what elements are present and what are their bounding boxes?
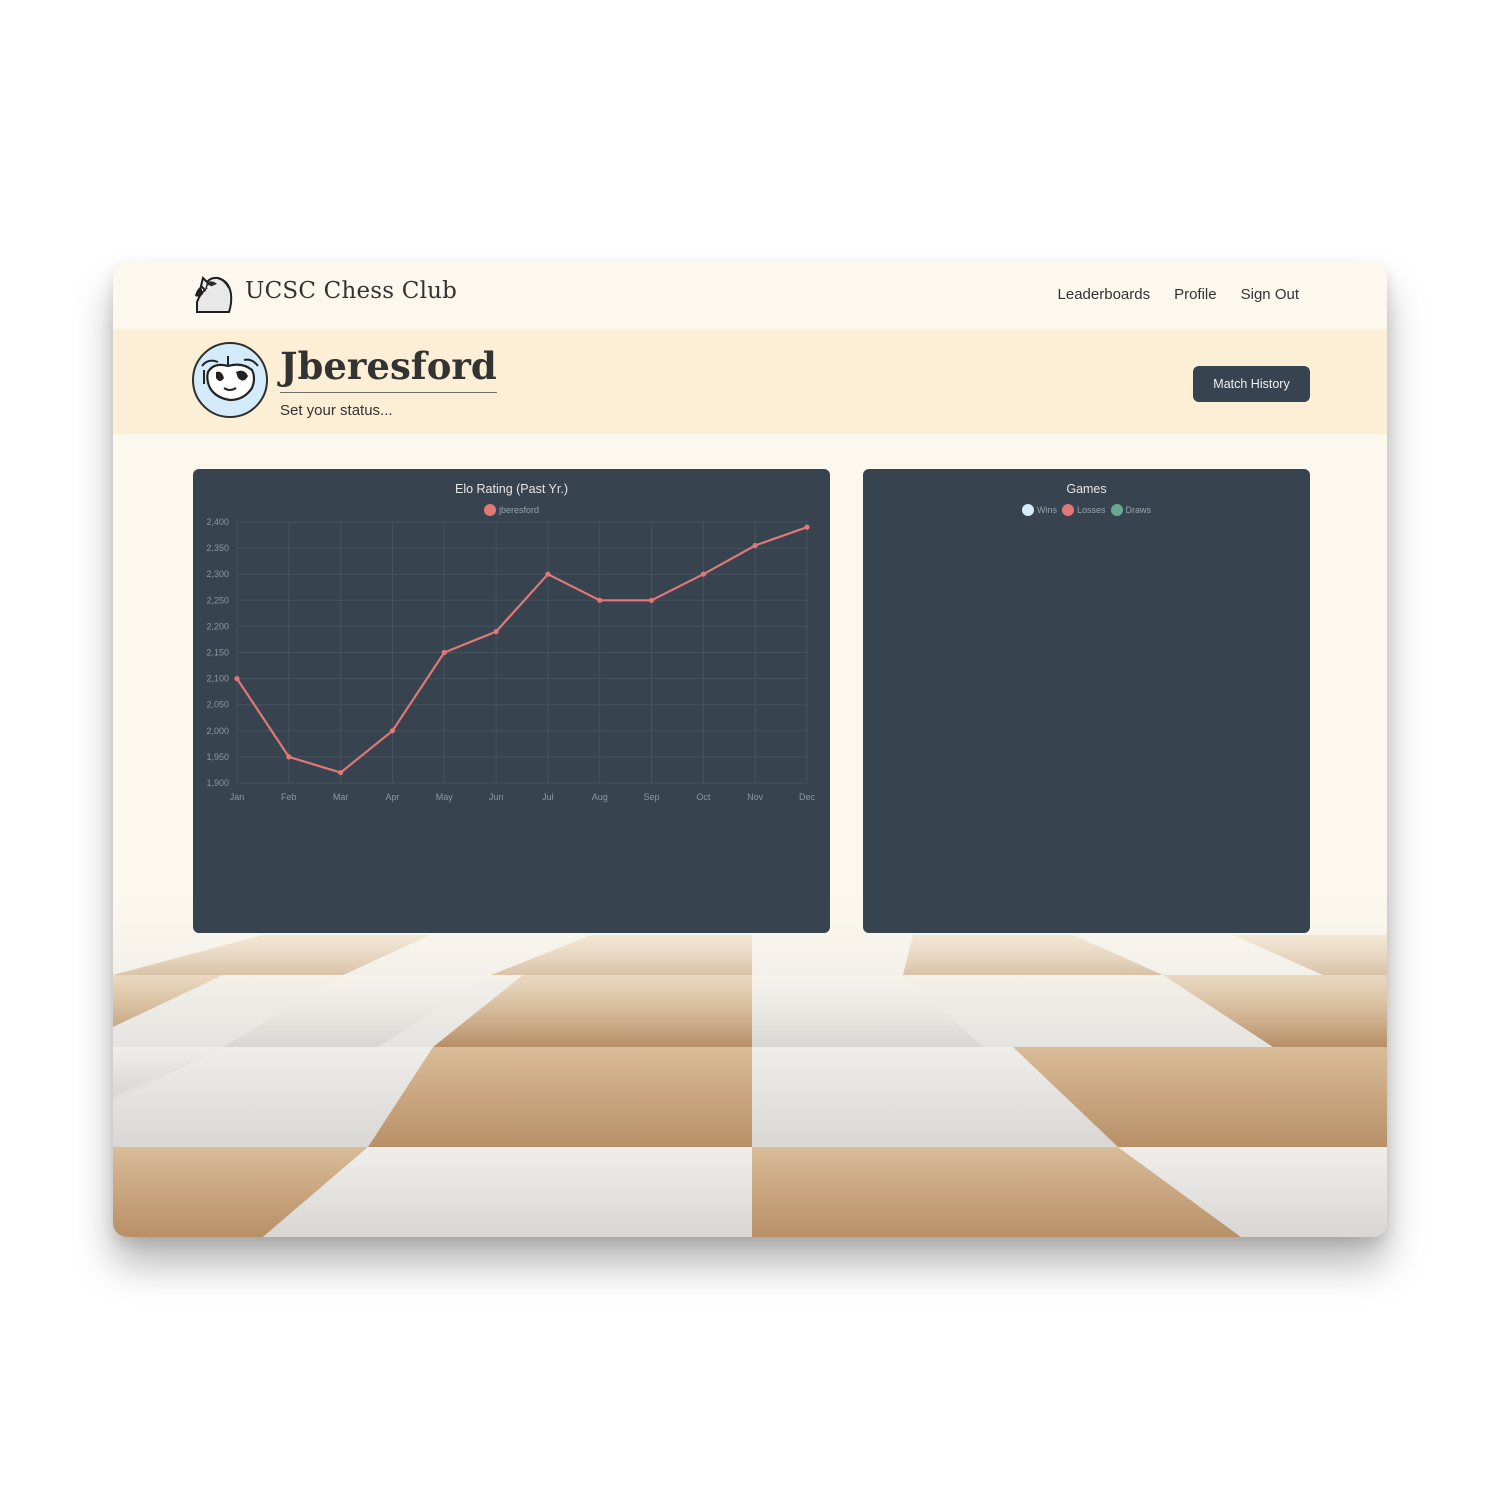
profile-header: Jberesford Set your status... Match Hist…: [113, 329, 1387, 434]
avatar[interactable]: [192, 342, 268, 418]
x-tick-label: May: [436, 792, 454, 802]
y-tick-label: 1,900: [206, 778, 229, 788]
y-tick-label: 2,400: [206, 517, 229, 527]
main-nav: Leaderboards Profile Sign Out: [1058, 286, 1299, 303]
elo-line-chart: 2,400 2,350 2,300 2,250 2,200 2,150 2,100 2,050…: [206, 517, 816, 802]
y-tick-label: 2,050: [206, 700, 229, 710]
y-tick-label: 2,350: [206, 543, 229, 553]
y-tick-label: 2,200: [206, 621, 229, 631]
legend-item-wins[interactable]: Wins: [1021, 504, 1057, 516]
legend-swatch-wins: [1021, 504, 1034, 516]
y-tick-label: 2,150: [206, 648, 229, 658]
y-tick-label: 2,250: [206, 595, 229, 605]
games-chart-panel: Games Wins Losses Draws: [863, 469, 1310, 933]
top-navbar: UCSC Chess Club Leaderboards Profile Sig…: [113, 262, 1387, 329]
games-chart-legend: Wins Losses Draws: [863, 504, 1310, 516]
legend-swatch-losses: [1061, 504, 1074, 516]
elo-chart-panel: Elo Rating (Past Yr.) jberesford 2,400 2,…: [193, 469, 830, 933]
legend-swatch-draws: [1110, 504, 1123, 516]
legend-label-wins: Wins: [1036, 505, 1057, 515]
profile-username: Jberesford: [280, 344, 497, 393]
y-tick-label: 1,950: [206, 752, 229, 762]
data-point: [389, 728, 396, 734]
x-tick-label: Feb: [281, 792, 297, 802]
series-line-jberesford: [236, 526, 808, 774]
x-tick-label: Mar: [333, 792, 349, 802]
y-tick-label: 2,300: [206, 569, 229, 579]
x-tick-label: Nov: [747, 792, 764, 802]
games-chart-title: Games: [1066, 482, 1107, 496]
data-point: [441, 649, 447, 656]
legend-label-losses: Losses: [1076, 505, 1106, 515]
data-point: [493, 629, 499, 635]
x-tick-label: Jun: [489, 792, 504, 802]
y-tick-label: 2,000: [206, 726, 229, 736]
y-tick-label: 2,100: [206, 674, 229, 684]
legend-label-draws: Draws: [1125, 505, 1152, 515]
nav-sign-out-link[interactable]: Sign Out: [1241, 286, 1299, 303]
x-tick-label: Dec: [799, 792, 816, 802]
x-tick-label: Jul: [542, 792, 554, 802]
app-window: UCSC Chess Club Leaderboards Profile Sig…: [113, 262, 1387, 1237]
data-point: [234, 676, 240, 682]
match-history-button[interactable]: Match History: [1193, 366, 1310, 402]
data-point: [286, 754, 292, 760]
data-point: [338, 769, 344, 776]
data-point: [752, 542, 758, 549]
nav-leaderboards-link[interactable]: Leaderboards: [1058, 286, 1151, 303]
brand-title[interactable]: UCSC Chess Club: [245, 278, 457, 304]
status-input[interactable]: Set your status...: [280, 402, 393, 419]
x-tick-label: Apr: [385, 792, 399, 802]
knight-logo-icon[interactable]: [191, 272, 235, 314]
x-tick-label: Oct: [696, 792, 711, 802]
data-point: [648, 597, 655, 603]
x-tick-label: Aug: [592, 792, 608, 802]
nav-profile-link[interactable]: Profile: [1174, 286, 1217, 303]
data-point: [804, 524, 810, 530]
chessboard-floor-background: [113, 887, 1387, 1237]
legend-item-losses[interactable]: Losses: [1061, 504, 1106, 516]
x-tick-label: Jan: [230, 792, 245, 802]
data-point: [597, 597, 603, 603]
sloth-avatar-icon: [201, 356, 259, 402]
data-point: [545, 571, 551, 577]
legend-item-draws[interactable]: Draws: [1110, 504, 1152, 516]
data-point: [700, 571, 706, 577]
x-tick-label: Sep: [644, 792, 660, 802]
